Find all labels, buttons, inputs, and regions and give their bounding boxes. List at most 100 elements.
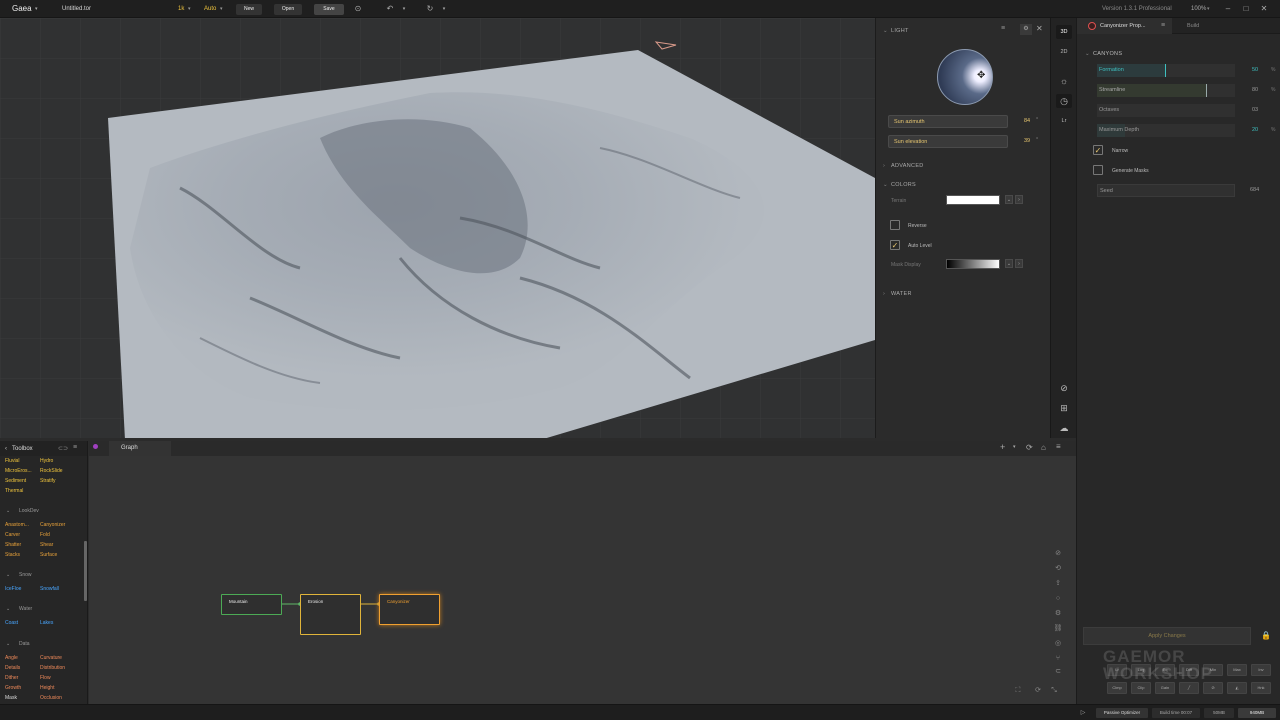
- new-button[interactable]: New: [236, 4, 262, 15]
- toolbox-item[interactable]: RockSlide: [40, 468, 63, 474]
- canyons-section-header[interactable]: ⌄ CANYONS: [1085, 51, 1122, 57]
- no-entry-icon[interactable]: ⊘: [1053, 549, 1063, 559]
- pin-icon[interactable]: ⚙: [1020, 24, 1032, 35]
- erosion-node[interactable]: Erosion: [300, 594, 361, 635]
- clip-mini-button[interactable]: Clip: [1131, 682, 1151, 694]
- terrain-viewport[interactable]: [0, 18, 875, 438]
- toolbox-item[interactable]: Canyonizer: [40, 522, 65, 528]
- toolbox-item[interactable]: Hydro: [40, 458, 53, 464]
- resolution-chevron-icon[interactable]: ▾: [188, 0, 191, 18]
- mode-chevron-icon[interactable]: ▾: [220, 0, 223, 18]
- colors-section-header[interactable]: ⌄ COLORS: [883, 182, 916, 188]
- target-icon[interactable]: ◎: [1053, 639, 1063, 649]
- fit-view-icon[interactable]: ⛶: [1013, 686, 1023, 696]
- branch-icon[interactable]: ⑂: [1053, 654, 1063, 664]
- light-section-header[interactable]: ⌄ LIGHT: [883, 28, 909, 34]
- sun-elevation-value[interactable]: 39: [1024, 135, 1030, 148]
- play-icon[interactable]: ▷: [1076, 708, 1090, 718]
- app-menu-chevron-icon[interactable]: ▾: [35, 0, 38, 18]
- octaves-slider[interactable]: Octaves: [1097, 104, 1235, 117]
- reverse-checkbox[interactable]: [890, 220, 900, 230]
- snow-header-chevron-icon[interactable]: ⌄: [6, 572, 10, 578]
- lock-icon[interactable]: 🔒: [1257, 627, 1275, 645]
- gear-small-icon[interactable]: ⚙: [1053, 609, 1063, 619]
- toolbox-item[interactable]: Thermal: [5, 488, 23, 494]
- settings-icon[interactable]: ⊙: [352, 3, 364, 15]
- toolbox-item[interactable]: Dither: [5, 675, 18, 681]
- build-tab[interactable]: Build: [1187, 18, 1199, 34]
- toolbox-item[interactable]: Shear: [40, 542, 53, 548]
- shape-mini-button[interactable]: ◭: [1227, 682, 1247, 694]
- toolbox-item[interactable]: Lakes: [40, 620, 53, 626]
- zoom-select[interactable]: 100%: [1191, 0, 1206, 18]
- circle-icon[interactable]: ○: [1053, 594, 1063, 604]
- toolbox-item[interactable]: Sediment: [5, 478, 26, 484]
- hnk-mini-button[interactable]: Hnk: [1251, 682, 1271, 694]
- maximum-depth-slider[interactable]: Maximum Depth: [1097, 124, 1235, 137]
- toolbox-item[interactable]: Details: [5, 665, 20, 671]
- close-panel-icon[interactable]: ✕: [1036, 24, 1043, 33]
- data-header[interactable]: Data: [19, 641, 30, 647]
- rebuild-icon[interactable]: ⟳: [1033, 686, 1043, 696]
- export-icon[interactable]: ⇪: [1053, 579, 1063, 589]
- redo-icon[interactable]: ↻: [424, 3, 436, 15]
- properties-menu-icon[interactable]: ≡: [1161, 18, 1165, 34]
- water-header-chevron-icon[interactable]: ⌄: [6, 606, 10, 612]
- toolbox-item[interactable]: Distribution: [40, 665, 65, 671]
- toolbox-item[interactable]: Stacks: [5, 552, 20, 558]
- gain-mini-button[interactable]: Gain: [1155, 682, 1175, 694]
- toolbox-item[interactable]: Height: [40, 685, 54, 691]
- toolbox-item[interactable]: Flow: [40, 675, 51, 681]
- streamline-value[interactable]: 80: [1252, 84, 1258, 97]
- mask-display-prev-icon[interactable]: ⌄: [1005, 259, 1013, 268]
- toolbox-item[interactable]: Angle: [5, 655, 18, 661]
- zoom-chevron-icon[interactable]: ▾: [1207, 0, 1210, 18]
- menu-icon[interactable]: ≡: [1001, 25, 1005, 32]
- toolbox-item[interactable]: Surface: [40, 552, 57, 558]
- sun-icon[interactable]: ☼: [1056, 74, 1072, 88]
- undo-chevron-icon[interactable]: ▾: [398, 3, 410, 15]
- lookdev-header[interactable]: LookDev: [19, 508, 39, 514]
- save-button[interactable]: Save: [314, 4, 344, 15]
- sun-elevation-field[interactable]: Sun elevation: [888, 135, 1008, 148]
- seed-value[interactable]: 684: [1250, 184, 1259, 197]
- redo-chevron-icon[interactable]: ▾: [438, 3, 450, 15]
- passive-optimizer-button[interactable]: Passive Optimizer: [1096, 708, 1148, 718]
- slope-mini-button[interactable]: ⊘: [1203, 682, 1223, 694]
- mode-select[interactable]: Auto: [204, 0, 216, 18]
- port-icon[interactable]: ⊂: [1053, 667, 1063, 677]
- collapse-icon[interactable]: ⤡: [1049, 686, 1059, 696]
- clock-icon[interactable]: ◷: [1056, 94, 1072, 108]
- octaves-value[interactable]: 03: [1252, 104, 1258, 117]
- toolbox-scrollbar[interactable]: [84, 541, 87, 601]
- minimize-icon[interactable]: –: [1222, 3, 1234, 15]
- toolbox-item[interactable]: Coast: [5, 620, 18, 626]
- toolbox-menu-icon[interactable]: ≡: [73, 444, 77, 451]
- toolbox-item[interactable]: Stratify: [40, 478, 56, 484]
- view-3d-button[interactable]: 3D: [1056, 25, 1072, 39]
- auto-level-checkbox[interactable]: ✓: [890, 240, 900, 250]
- properties-tab-title[interactable]: Canyonizer Prop...: [1100, 18, 1146, 34]
- advanced-section-header[interactable]: › ADVANCED: [883, 163, 924, 169]
- toolbox-item[interactable]: Mask: [5, 695, 17, 701]
- generate-masks-checkbox[interactable]: [1093, 165, 1103, 175]
- terrain-color-prev-icon[interactable]: ⌄: [1005, 195, 1013, 204]
- grid-icon[interactable]: ⊞: [1056, 401, 1072, 415]
- snow-header[interactable]: Snow: [19, 572, 32, 578]
- mountain-node[interactable]: Mountain: [221, 594, 282, 615]
- toolbox-item[interactable]: Growth: [5, 685, 21, 691]
- maximum-depth-value[interactable]: 20: [1252, 124, 1258, 137]
- toolbox-item[interactable]: Snowfall: [40, 586, 59, 592]
- apply-changes-button[interactable]: Apply Changes: [1083, 627, 1251, 645]
- toolbox-toggle-icon[interactable]: ⊂⊃: [58, 445, 68, 452]
- toolbox-item[interactable]: Fold: [40, 532, 50, 538]
- toolbox-item[interactable]: IceFloe: [5, 586, 21, 592]
- formation-slider[interactable]: Formation: [1097, 64, 1235, 77]
- toolbox-item[interactable]: Occlusion: [40, 695, 62, 701]
- mask-display-next-icon[interactable]: ›: [1015, 259, 1023, 268]
- toolbox-item[interactable]: Shatter: [5, 542, 21, 548]
- maximize-icon[interactable]: □: [1240, 3, 1252, 15]
- app-logo[interactable]: Gaea: [12, 0, 32, 18]
- toolbox-item[interactable]: Carver: [5, 532, 20, 538]
- sun-azimuth-value[interactable]: 84: [1024, 115, 1030, 128]
